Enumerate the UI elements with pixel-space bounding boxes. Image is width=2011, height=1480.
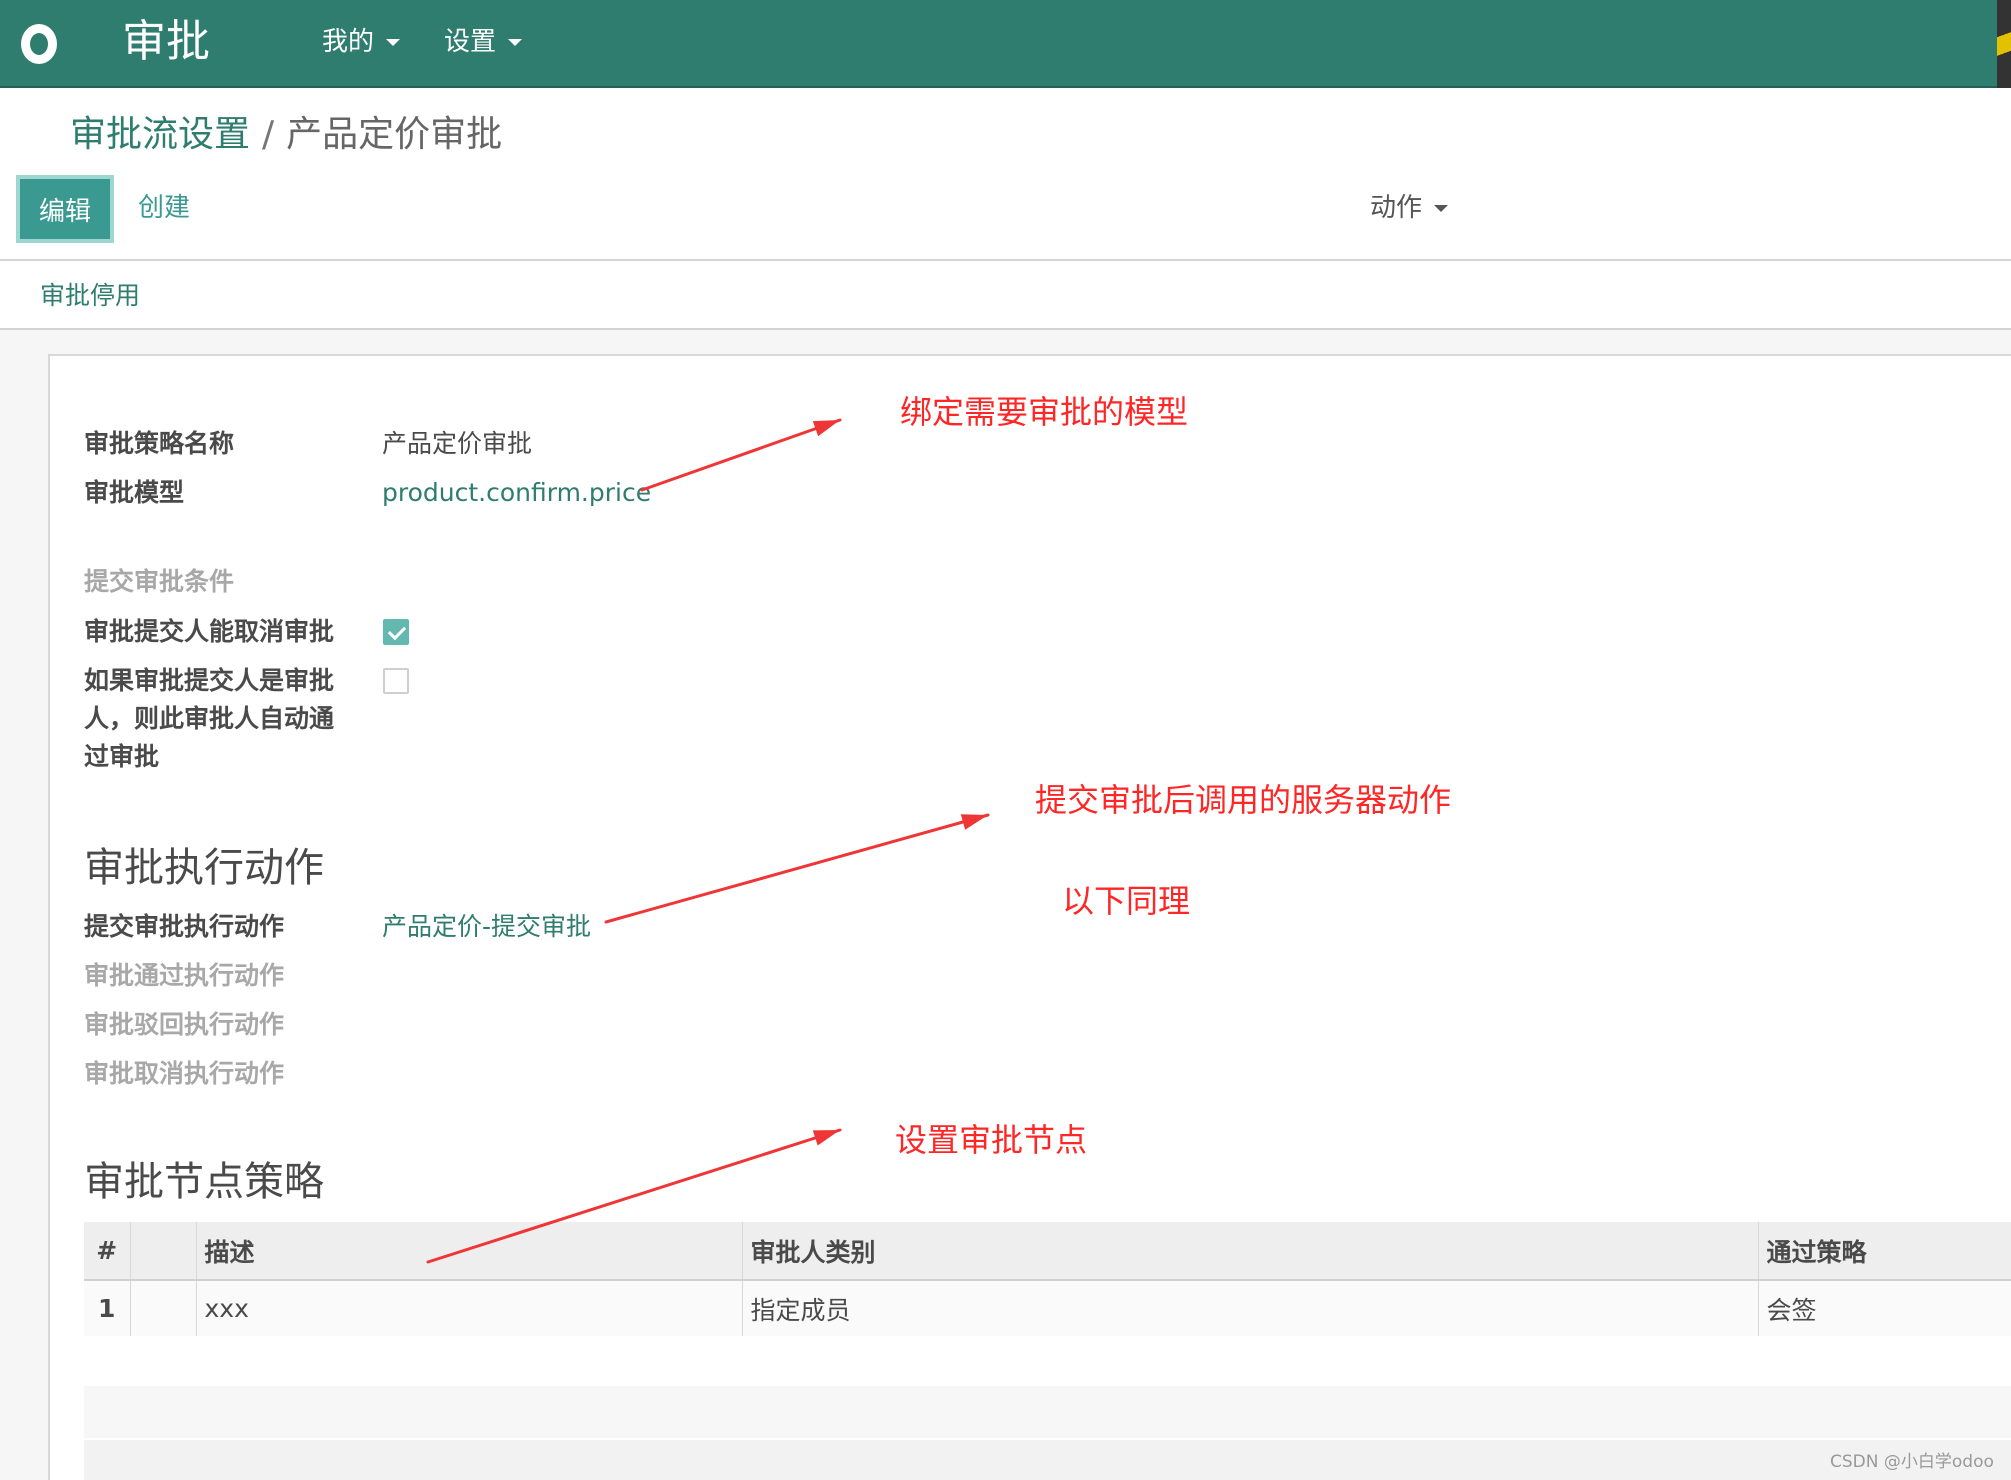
watermark: CSDN @小白学odoo: [1830, 1452, 1994, 1472]
policy-name-value: 产品定价审批: [382, 429, 533, 458]
annotation-action-note: 提交审批后调用的服务器动作: [1035, 781, 1452, 819]
column-header-description[interactable]: 描述: [195, 1222, 742, 1281]
nodes-table: # 描述 审批人类别 通过策略 1 xxx 指定成员 会签: [84, 1222, 2011, 1336]
action-dropdown[interactable]: 动作: [1370, 188, 1449, 228]
table-header-row: # 描述 审批人类别 通过策略: [84, 1222, 2011, 1281]
odoo-logo-icon[interactable]: [14, 14, 64, 74]
user-avatar-icon[interactable]: [1997, 0, 2011, 88]
auto-approve-label-line: 人，则此审批人自动通: [84, 704, 335, 733]
nodes-section-title: 审批节点策略: [84, 1159, 324, 1205]
submit-action-value-link[interactable]: 产品定价-提交审批: [382, 908, 591, 946]
cell-description[interactable]: xxx: [195, 1280, 742, 1336]
cell-handle: [129, 1280, 196, 1336]
menu-settings[interactable]: 设置: [444, 24, 523, 60]
model-label: 审批模型: [84, 478, 185, 507]
submit-condition-label: 提交审批条件: [84, 567, 235, 596]
auto-approve-label-line: 如果审批提交人是审批: [84, 666, 335, 695]
breadcrumb-separator: /: [262, 114, 275, 155]
column-header-handle: [129, 1222, 196, 1281]
actions-section-title: 审批执行动作: [84, 845, 324, 891]
cell-index: 1: [84, 1280, 130, 1336]
breadcrumb: 审批流设置 / 产品定价审批: [70, 108, 502, 162]
annotation-model-note: 绑定需要审批的模型: [900, 393, 1189, 431]
column-header-approver-type[interactable]: 审批人类别: [741, 1222, 1758, 1281]
caret-down-icon: [386, 38, 401, 46]
caret-down-icon: [1434, 204, 1449, 212]
submitter-cancel-checkbox[interactable]: [383, 619, 409, 645]
action-dropdown-label: 动作: [1370, 193, 1423, 223]
reject-action-label: 审批驳回执行动作: [84, 1010, 285, 1039]
empty-table-row: [84, 1440, 2011, 1480]
breadcrumb-parent-link[interactable]: 审批流设置: [70, 114, 250, 155]
submit-action-label: 提交审批执行动作: [84, 912, 285, 941]
menu-settings-label: 设置: [444, 27, 497, 57]
menu-mine[interactable]: 我的: [322, 24, 401, 60]
top-navbar: 审批 我的 设置: [0, 0, 2011, 88]
breadcrumb-current: 产品定价审批: [286, 114, 503, 155]
annotation-node-note: 设置审批节点: [895, 1121, 1088, 1159]
caret-down-icon: [508, 38, 523, 46]
app-title: 审批: [122, 16, 210, 67]
cell-pass-policy[interactable]: 会签: [1757, 1280, 2011, 1336]
column-header-pass-policy[interactable]: 通过策略: [1757, 1222, 2011, 1281]
policy-name-label: 审批策略名称: [84, 429, 235, 458]
auto-approve-checkbox[interactable]: [383, 668, 409, 694]
auto-approve-label: 如果审批提交人是审批 人，则此审批人自动通 过审批: [84, 662, 334, 776]
table-row[interactable]: 1 xxx 指定成员 会签: [84, 1280, 2011, 1336]
cell-approver-type[interactable]: 指定成员: [741, 1280, 1758, 1336]
annotation-same-note: 以下同理: [1062, 882, 1191, 920]
empty-table-row: [84, 1386, 2011, 1438]
disable-approval-button[interactable]: 审批停用: [40, 276, 140, 316]
column-header-index: #: [84, 1222, 130, 1281]
edit-button[interactable]: 编辑: [16, 175, 114, 243]
menu-mine-label: 我的: [322, 27, 375, 57]
approve-action-label: 审批通过执行动作: [84, 961, 285, 990]
divider: [0, 259, 2011, 261]
model-value-link[interactable]: product.confirm.price: [382, 474, 651, 512]
cancel-action-label: 审批取消执行动作: [84, 1059, 285, 1088]
submitter-cancel-label: 审批提交人能取消审批: [84, 617, 335, 646]
create-button[interactable]: 创建: [138, 188, 190, 228]
auto-approve-label-line: 过审批: [84, 742, 160, 771]
